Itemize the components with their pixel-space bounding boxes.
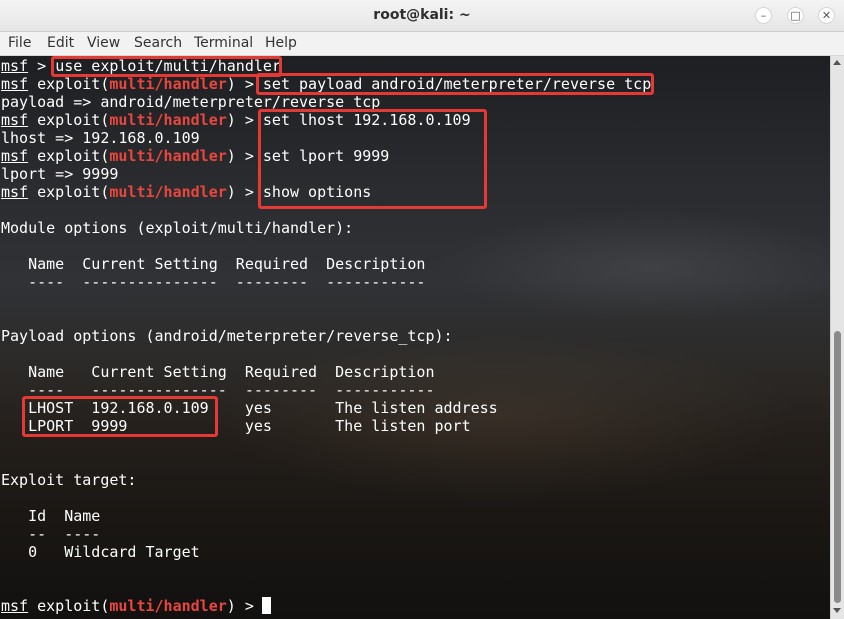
- payload-options-heading: Payload options (android/meterpreter/rev…: [1, 327, 453, 345]
- prompt-module: multi/handler: [109, 75, 227, 93]
- exploit-target-header: Id Name: [1, 507, 101, 525]
- module-options-divider: ---- --------------- -------- ----------…: [1, 273, 426, 291]
- prompt-module: multi/handler: [109, 597, 227, 615]
- response-lport: lport => 9999: [1, 165, 119, 183]
- payload-options-header: Name Current Setting Required Descriptio…: [1, 363, 435, 381]
- module-options-header: Name Current Setting Required Descriptio…: [1, 255, 426, 273]
- scrollbar[interactable]: [830, 56, 844, 619]
- prompt-msf: msf: [1, 597, 29, 615]
- title-bar: root@kali: ~ – □ ✕: [0, 0, 844, 32]
- prompt-msf: msf: [1, 183, 29, 201]
- prompt-msf: msf: [1, 147, 29, 165]
- highlight-box-payload-command: [256, 73, 654, 95]
- minimize-icon[interactable]: –: [755, 7, 772, 24]
- prompt-exploit: exploit(: [37, 597, 110, 615]
- prompt-msf: msf: [1, 57, 29, 75]
- terminal-output[interactable]: msf > use exploit/multi/handler msf expl…: [0, 56, 830, 619]
- exploit-target-row: 0 Wildcard Target: [1, 543, 200, 561]
- scroll-down-icon[interactable]: [833, 608, 841, 613]
- text-cursor: [262, 597, 271, 614]
- menu-file[interactable]: File: [8, 35, 31, 51]
- exploit-target-heading: Exploit target:: [1, 471, 137, 489]
- prompt-module: multi/handler: [109, 111, 227, 129]
- prompt-exploit: exploit(: [37, 111, 110, 129]
- menu-search[interactable]: Search: [134, 35, 182, 51]
- close-icon[interactable]: ✕: [818, 7, 835, 24]
- menu-edit[interactable]: Edit: [47, 35, 74, 51]
- window-title: root@kali: ~: [373, 7, 471, 23]
- terminal-line: msf exploit(multi/handler) >: [1, 597, 263, 615]
- prompt-suffix: ) >: [226, 597, 263, 615]
- highlight-box-use-command: [51, 56, 282, 77]
- response-lhost: lhost => 192.168.0.109: [1, 129, 200, 147]
- module-options-heading: Module options (exploit/multi/handler):: [1, 219, 354, 237]
- menu-bar: File Edit View Search Terminal Help: [0, 32, 844, 56]
- menu-view[interactable]: View: [87, 35, 120, 51]
- prompt-exploit: exploit(: [37, 75, 110, 93]
- prompt-module: multi/handler: [109, 147, 227, 165]
- menu-help[interactable]: Help: [265, 35, 297, 51]
- prompt-exploit: exploit(: [37, 147, 110, 165]
- menu-terminal[interactable]: Terminal: [194, 35, 253, 51]
- scroll-up-icon[interactable]: [833, 60, 841, 65]
- prompt-module: multi/handler: [109, 183, 227, 201]
- prompt-msf: msf: [1, 111, 29, 129]
- prompt-msf: msf: [1, 75, 29, 93]
- maximize-icon[interactable]: □: [787, 7, 804, 24]
- highlight-box-payload-values: [22, 396, 218, 437]
- prompt-exploit: exploit(: [37, 183, 110, 201]
- scrollbar-thumb[interactable]: [834, 331, 841, 603]
- exploit-target-divider: -- ----: [1, 525, 101, 543]
- highlight-box-set-commands: [258, 109, 487, 209]
